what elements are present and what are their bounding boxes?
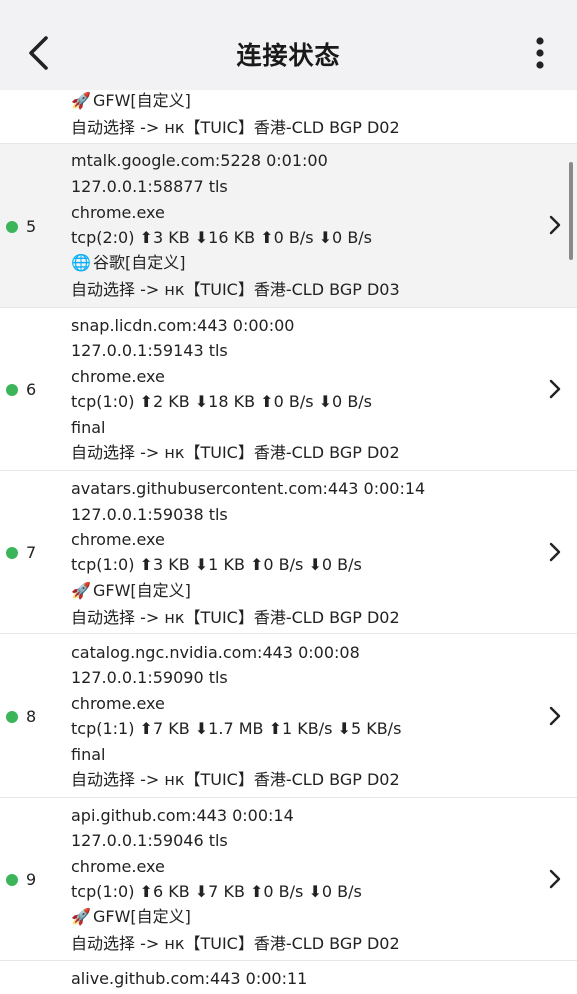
rocket-icon: 🚀 bbox=[71, 581, 91, 600]
rule-line: final bbox=[71, 418, 106, 437]
process-line: chrome.exe bbox=[71, 367, 165, 386]
host-line: snap.licdn.com:443 0:00:00 bbox=[71, 316, 295, 335]
rule-line: 🚀 GFW[自定义] bbox=[71, 581, 191, 600]
host-line: avatars.githubusercontent.com:443 0:00:1… bbox=[71, 479, 426, 498]
proxy-chain: 自动选择 -> нк【TUIC】香港-CLD BGP D02 bbox=[71, 118, 400, 137]
traffic-stats: tcp(2:0) ⬆3 KB ⬇16 KB ⬆0 B/s ⬇0 B/s bbox=[71, 228, 373, 247]
connection-row-5[interactable]: 5 mtalk.google.com:5228 0:01:00 127.0.0.… bbox=[0, 144, 577, 308]
host-line: mtalk.google.com:5228 0:01:00 bbox=[71, 151, 328, 170]
rule-line: 🚀 GFW[自定义] bbox=[71, 907, 191, 926]
chevron-right-icon[interactable] bbox=[548, 214, 562, 236]
scrollbar-thumb[interactable] bbox=[569, 162, 573, 260]
row-index: 7 bbox=[26, 543, 37, 562]
host-line: api.github.com:443 0:00:14 bbox=[71, 806, 294, 825]
traffic-stats: tcp(1:0) ⬆3 KB ⬇1 KB ⬆0 B/s ⬇0 B/s bbox=[71, 555, 362, 574]
chevron-right-icon[interactable] bbox=[548, 705, 562, 727]
proxy-chain: 自动选择 -> нк【TUIC】香港-CLD BGP D02 bbox=[71, 608, 400, 627]
connection-row-partial[interactable]: alive.github.com:443 0:00:11 bbox=[0, 961, 577, 994]
connection-row-6[interactable]: 6 snap.licdn.com:443 0:00:00 127.0.0.1:5… bbox=[0, 308, 577, 471]
traffic-stats: tcp(1:1) ⬆7 KB ⬇1.7 MB ⬆1 KB/s ⬇5 KB/s bbox=[71, 719, 402, 738]
proxy-chain: 自动选择 -> нк【TUIC】香港-CLD BGP D03 bbox=[71, 280, 400, 299]
rocket-icon: 🚀 bbox=[71, 91, 91, 110]
app-header: 连接状态 bbox=[0, 0, 577, 90]
active-status-dot bbox=[6, 221, 18, 233]
row-index: 8 bbox=[26, 707, 37, 726]
source-line: 127.0.0.1:59143 tls bbox=[71, 341, 228, 360]
process-line: chrome.exe bbox=[71, 857, 165, 876]
chevron-right-icon[interactable] bbox=[548, 378, 562, 400]
chevron-right-icon[interactable] bbox=[548, 868, 562, 890]
row-index: 6 bbox=[26, 380, 37, 399]
rule-line: 🌐 谷歌[自定义] bbox=[71, 253, 186, 272]
connection-row-7[interactable]: 7 avatars.githubusercontent.com:443 0:00… bbox=[0, 471, 577, 634]
connection-row-9[interactable]: 9 api.github.com:443 0:00:14 127.0.0.1:5… bbox=[0, 798, 577, 961]
process-line: chrome.exe bbox=[71, 203, 165, 222]
source-line: 127.0.0.1:59046 tls bbox=[71, 831, 228, 850]
more-options-icon[interactable] bbox=[528, 36, 552, 72]
traffic-stats: tcp(1:0) ⬆2 KB ⬇18 KB ⬆0 B/s ⬇0 B/s bbox=[71, 392, 373, 411]
active-status-dot bbox=[6, 384, 18, 396]
host-line: catalog.ngc.nvidia.com:443 0:00:08 bbox=[71, 643, 360, 662]
globe-icon: 🌐 bbox=[71, 253, 91, 272]
host-line: alive.github.com:443 0:00:11 bbox=[71, 969, 308, 988]
page-title: 连接状态 bbox=[236, 41, 341, 70]
proxy-chain: 自动选择 -> нк【TUIC】香港-CLD BGP D02 bbox=[71, 443, 400, 462]
connection-row-partial[interactable]: 🚀 GFW[自定义] 自动选择 -> нк【TUIC】香港-CLD BGP D02 bbox=[0, 90, 577, 144]
active-status-dot bbox=[6, 547, 18, 559]
rule-line: 🚀 GFW[自定义] bbox=[71, 91, 191, 110]
row-index: 5 bbox=[26, 217, 37, 236]
connection-row-8[interactable]: 8 catalog.ngc.nvidia.com:443 0:00:08 127… bbox=[0, 634, 577, 798]
source-line: 127.0.0.1:59090 tls bbox=[71, 668, 228, 687]
rocket-icon: 🚀 bbox=[71, 907, 91, 926]
rule-line: final bbox=[71, 745, 106, 764]
process-line: chrome.exe bbox=[71, 694, 165, 713]
active-status-dot bbox=[6, 711, 18, 723]
traffic-stats: tcp(1:0) ⬆6 KB ⬇7 KB ⬆0 B/s ⬇0 B/s bbox=[71, 882, 362, 901]
active-status-dot bbox=[6, 874, 18, 886]
proxy-chain: 自动选择 -> нк【TUIC】香港-CLD BGP D02 bbox=[71, 770, 400, 789]
chevron-right-icon[interactable] bbox=[548, 541, 562, 563]
source-line: 127.0.0.1:59038 tls bbox=[71, 505, 228, 524]
connection-list: 🚀 GFW[自定义] 自动选择 -> нк【TUIC】香港-CLD BGP D02… bbox=[0, 90, 577, 994]
source-line: 127.0.0.1:58877 tls bbox=[71, 177, 228, 196]
proxy-chain: 自动选择 -> нк【TUIC】香港-CLD BGP D02 bbox=[71, 934, 400, 953]
process-line: chrome.exe bbox=[71, 530, 165, 549]
row-index: 9 bbox=[26, 870, 37, 889]
